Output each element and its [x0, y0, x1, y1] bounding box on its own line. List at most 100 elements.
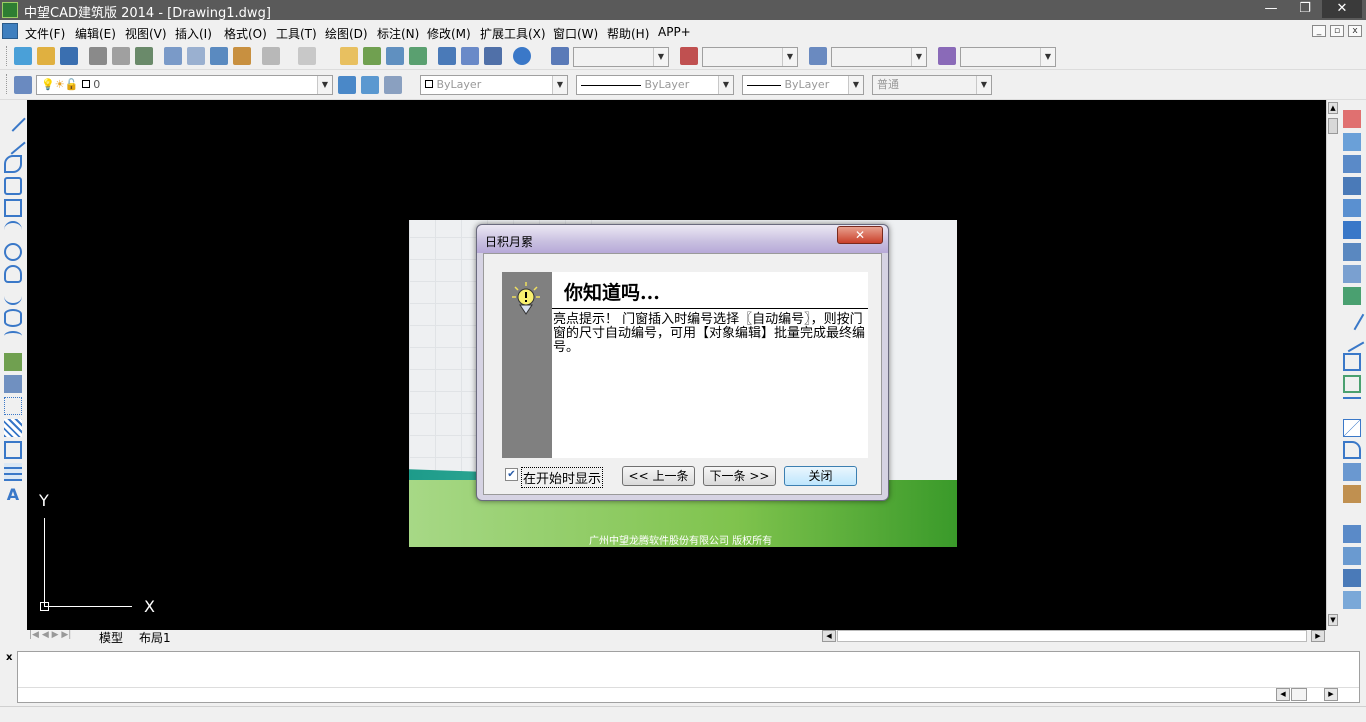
toolbar-grip[interactable] [6, 74, 9, 94]
print-icon[interactable] [89, 47, 107, 65]
hatch-icon[interactable] [4, 419, 22, 437]
tool-palette-icon[interactable] [484, 47, 502, 65]
save-icon[interactable] [60, 47, 78, 65]
ellipse-arc-icon[interactable] [4, 331, 22, 349]
redo-icon[interactable] [298, 47, 316, 65]
revision-cloud-icon[interactable] [4, 265, 22, 283]
draworder-under-icon[interactable] [1343, 591, 1361, 609]
scroll-right-icon[interactable]: ▶ [1311, 630, 1325, 642]
join-icon[interactable] [1343, 397, 1361, 415]
mdi-minimize-button[interactable]: _ [1312, 25, 1326, 37]
mdi-close-button[interactable]: x [1348, 25, 1362, 37]
polygon-icon[interactable] [4, 177, 22, 195]
menu-window[interactable]: 窗口(W) [553, 25, 598, 42]
app-logo-icon[interactable] [2, 2, 18, 18]
multileader-style-icon[interactable] [938, 47, 956, 65]
extend-icon[interactable] [1339, 327, 1365, 353]
layer-select[interactable]: 💡☀🔓 0 ▼ [36, 75, 333, 95]
erase-icon[interactable] [1343, 110, 1361, 128]
make-current-layer-icon[interactable] [338, 76, 356, 94]
minimize-button[interactable]: — [1254, 0, 1288, 18]
close-window-button[interactable]: ✕ [1322, 0, 1362, 18]
menu-app-plus[interactable]: APP+ [658, 25, 691, 39]
command-line-input[interactable]: ◀ ▶ [17, 651, 1360, 703]
draworder-above-icon[interactable] [1343, 569, 1361, 587]
dialog-close-button[interactable]: ✕ [837, 226, 883, 244]
menu-modify[interactable]: 修改(M) [427, 25, 471, 42]
circle-icon[interactable] [4, 243, 22, 261]
print-preview-icon[interactable] [112, 47, 130, 65]
copy-icon[interactable] [187, 47, 205, 65]
cut-icon[interactable] [164, 47, 182, 65]
layer-previous-icon[interactable] [361, 76, 379, 94]
scroll-up-icon[interactable]: ▲ [1328, 102, 1338, 114]
dim-style-icon[interactable] [680, 47, 698, 65]
linetype-select[interactable]: ByLayer ▼ [576, 75, 734, 95]
tab-layout1[interactable]: 布局1 [139, 629, 171, 646]
line-icon[interactable] [0, 106, 26, 132]
zoom-previous-icon[interactable] [409, 47, 427, 65]
scroll-left-icon[interactable]: ◀ [822, 630, 836, 642]
mdi-restore-button[interactable]: ▫ [1330, 25, 1344, 37]
offset-icon[interactable] [1343, 177, 1361, 195]
command-close-icon[interactable]: x [6, 652, 12, 663]
vertical-scrollbar[interactable]: ▲ ▼ [1326, 100, 1339, 630]
ellipse-icon[interactable] [4, 309, 22, 327]
cmd-scroll-right-icon[interactable]: ▶ [1324, 688, 1338, 701]
menu-edit[interactable]: 编辑(E) [75, 25, 116, 42]
layer-states-icon[interactable] [384, 76, 402, 94]
pan-hand-icon[interactable] [340, 47, 358, 65]
draworder-front-icon[interactable] [1343, 525, 1361, 543]
show-at-startup-label[interactable]: 在开始时显示 [521, 467, 604, 488]
dim-style-select[interactable]: ▼ [702, 47, 798, 67]
draworder-back-icon[interactable] [1343, 547, 1361, 565]
horizontal-scrollbar-track[interactable] [837, 630, 1307, 642]
insert-block-icon[interactable] [4, 353, 22, 371]
trim-icon[interactable] [1339, 305, 1365, 331]
spline-icon[interactable] [4, 287, 22, 305]
edit-properties-icon[interactable] [1343, 485, 1361, 503]
menu-format[interactable]: 格式(O) [224, 25, 267, 42]
menu-tools[interactable]: 工具(T) [276, 25, 317, 42]
match-properties-icon[interactable] [233, 47, 251, 65]
scale-icon[interactable] [1343, 265, 1361, 283]
design-center-icon[interactable] [461, 47, 479, 65]
zoom-realtime-icon[interactable] [363, 47, 381, 65]
toolbar-grip[interactable] [6, 46, 9, 66]
explode-icon[interactable] [1343, 463, 1361, 481]
text-style-icon[interactable] [551, 47, 569, 65]
menu-help[interactable]: 帮助(H) [607, 25, 649, 42]
plotstyle-select[interactable]: 普通 ▼ [872, 75, 992, 95]
cmd-scroll-left-icon[interactable]: ◀ [1276, 688, 1290, 701]
table-icon[interactable] [4, 463, 22, 481]
close-dialog-button[interactable]: 关闭 [784, 466, 857, 486]
tab-nav-arrows-icon[interactable]: |◀ ◀ ▶ ▶| [29, 630, 71, 640]
stretch-icon[interactable] [1343, 287, 1361, 305]
next-tip-button[interactable]: 下一条 >> [703, 466, 776, 486]
fillet-icon[interactable] [1343, 441, 1361, 459]
color-select[interactable]: ByLayer ▼ [420, 75, 568, 95]
menu-draw[interactable]: 绘图(D) [325, 25, 368, 42]
cmd-scroll-thumb[interactable] [1291, 688, 1307, 701]
region-icon[interactable] [4, 441, 22, 459]
publish-icon[interactable] [135, 47, 153, 65]
menu-file[interactable]: 文件(F) [25, 25, 65, 42]
table-style-select[interactable]: ▼ [831, 47, 927, 67]
menu-insert[interactable]: 插入(I) [175, 25, 212, 42]
table-style-icon[interactable] [809, 47, 827, 65]
zoom-window-icon[interactable] [386, 47, 404, 65]
point-icon[interactable] [4, 397, 22, 415]
menu-view[interactable]: 视图(V) [125, 25, 167, 42]
undo-icon[interactable] [262, 47, 280, 65]
make-block-icon[interactable] [4, 375, 22, 393]
show-at-startup-checkbox[interactable]: ✔ [505, 468, 518, 481]
previous-tip-button[interactable]: << 上一条 [622, 466, 695, 486]
tab-model[interactable]: 模型 [99, 629, 123, 646]
break-at-point-icon[interactable] [1343, 353, 1361, 371]
rotate-icon[interactable] [1343, 243, 1361, 261]
mirror-icon[interactable] [1343, 155, 1361, 173]
polyline-icon[interactable] [4, 155, 22, 173]
menu-extended-tools[interactable]: 扩展工具(X) [480, 25, 546, 42]
arc-icon[interactable] [4, 221, 22, 239]
lineweight-select[interactable]: ByLayer ▼ [742, 75, 864, 95]
